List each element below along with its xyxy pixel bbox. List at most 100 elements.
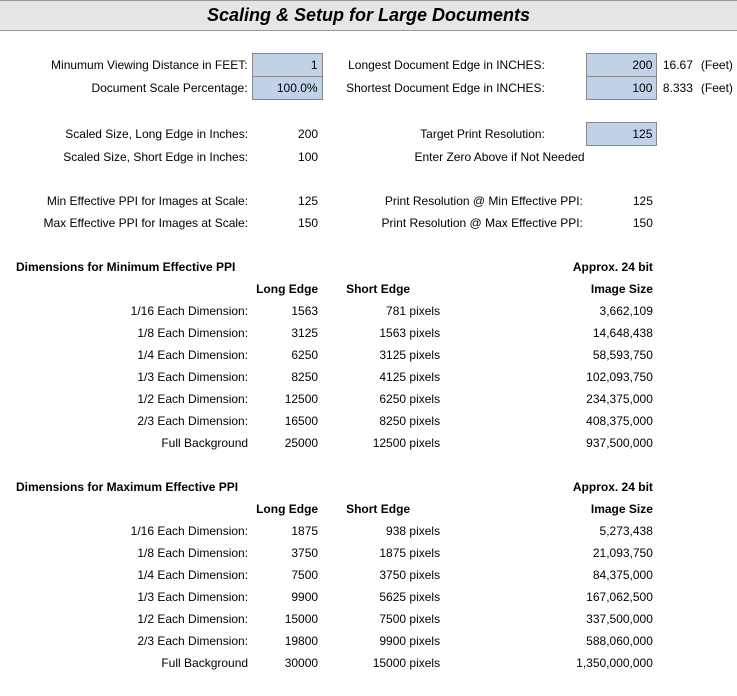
long-value: 12500 <box>252 388 322 410</box>
short-cell: 8250 pixels <box>342 410 549 432</box>
max-ppi-value: 150 <box>252 212 322 234</box>
table-row: 1/8 Each Dimension:3125 1563 pixels14,648… <box>0 322 737 344</box>
shortest-edge-input[interactable]: 100 <box>587 77 657 100</box>
long-value: 16500 <box>252 410 322 432</box>
long-value: 30000 <box>252 652 322 674</box>
long-value: 3750 <box>252 542 322 564</box>
long-value: 3125 <box>252 322 322 344</box>
dim-label: 1/8 Each Dimension: <box>12 542 252 564</box>
short-cell: 7500 pixels <box>342 608 549 630</box>
image-size-value: 337,500,000 <box>549 608 657 630</box>
long-edge-header: Long Edge <box>252 498 322 520</box>
scaled-long-label: Scaled Size, Long Edge in Inches: <box>12 123 252 146</box>
table-row: 1/3 Each Dimension:9900 5625 pixels167,06… <box>0 586 737 608</box>
approx-header: Approx. 24 bit <box>549 476 657 498</box>
dim-label: 1/2 Each Dimension: <box>12 608 252 630</box>
table-row: 1/8 Each Dimension:37501875 pixels21,093… <box>0 542 737 564</box>
long-value: 25000 <box>252 432 322 454</box>
dim-label: 1/4 Each Dimension: <box>12 564 252 586</box>
scaled-short-value: 100 <box>252 146 322 169</box>
min-view-dist-label: Minumum Viewing Distance in FEET: <box>12 54 252 77</box>
image-size-value: 102,093,750 <box>549 366 657 388</box>
longest-edge-label: Longest Document Edge in INCHES: <box>342 54 549 77</box>
dim-label: 2/3 Each Dimension: <box>12 630 252 652</box>
short-cell: 5625 pixels <box>342 586 549 608</box>
page-title: Scaling & Setup for Large Documents <box>0 1 737 31</box>
table-row: Full Background2500012500 pixels937,500,… <box>0 432 737 454</box>
table-row: 1/16 Each Dimension:1563781 pixels3,662,… <box>0 300 737 322</box>
dim-label: 2/3 Each Dimension: <box>12 410 252 432</box>
long-value: 9900 <box>252 586 322 608</box>
short-cell: 3125 pixels <box>342 344 549 366</box>
image-size-value: 234,375,000 <box>549 388 657 410</box>
short-cell: 781 pixels <box>342 300 549 322</box>
long-value: 1875 <box>252 520 322 542</box>
short-cell: 6250 pixels <box>342 388 549 410</box>
shortest-edge-label: Shortest Document Edge in INCHES: <box>342 77 549 100</box>
long-value: 8250 <box>252 366 322 388</box>
image-size-value: 588,060,000 <box>549 630 657 652</box>
section-title: Dimensions for Maximum Effective PPI <box>12 476 252 498</box>
scaled-short-label: Scaled Size, Short Edge in Inches: <box>12 146 252 169</box>
doc-scale-label: Document Scale Percentage: <box>12 77 252 100</box>
short-cell: 9900 pixels <box>342 630 549 652</box>
target-res-input[interactable]: 125 <box>587 123 657 146</box>
dim-label: 1/3 Each Dimension: <box>12 586 252 608</box>
image-size-value: 14,648,438 <box>549 322 657 344</box>
image-size-value: 167,062,500 <box>549 586 657 608</box>
image-size-value: 21,093,750 <box>549 542 657 564</box>
table-row: 1/4 Each Dimension:62503125 pixels58,593… <box>0 344 737 366</box>
long-value: 15000 <box>252 608 322 630</box>
dim-label: 1/8 Each Dimension: <box>12 322 252 344</box>
shortest-edge-feet: 8.333 <box>657 77 697 100</box>
dim-label: Full Background <box>12 652 252 674</box>
section-title: Dimensions for Minimum Effective PPI <box>12 256 252 278</box>
short-edge-header: Short Edge <box>342 278 549 300</box>
zero-note: Enter Zero Above if Not Needed <box>342 146 657 169</box>
long-value: 1563 <box>252 300 322 322</box>
image-size-value: 84,375,000 <box>549 564 657 586</box>
image-size-value: 408,375,000 <box>549 410 657 432</box>
print-min-label: Print Resolution @ Min Effective PPI: <box>342 190 587 212</box>
table-row: Full Background30000 15000 pixels1,350,00… <box>0 652 737 674</box>
scaled-long-value: 200 <box>252 123 322 146</box>
print-min-value: 125 <box>587 190 657 212</box>
min-view-dist-input[interactable]: 1 <box>252 54 322 77</box>
dim-label: 1/16 Each Dimension: <box>12 300 252 322</box>
feet-unit: (Feet) <box>697 54 737 77</box>
long-value: 6250 <box>252 344 322 366</box>
dim-label: 1/2 Each Dimension: <box>12 388 252 410</box>
long-edge-header: Long Edge <box>252 278 322 300</box>
dim-label: Full Background <box>12 432 252 454</box>
image-size-value: 1,350,000,000 <box>549 652 657 674</box>
short-cell: 3750 pixels <box>342 564 549 586</box>
spreadsheet: Scaling & Setup for Large Documents Minu… <box>0 0 737 696</box>
dim-label: 1/16 Each Dimension: <box>12 520 252 542</box>
table-row: 2/3 Each Dimension:19800 9900 pixels588,0… <box>0 630 737 652</box>
short-cell: 1563 pixels <box>342 322 549 344</box>
long-value: 7500 <box>252 564 322 586</box>
doc-scale-input[interactable]: 100.0% <box>252 77 322 100</box>
table-row: 1/2 Each Dimension:15000 7500 pixels337,5… <box>0 608 737 630</box>
short-cell: 4125 pixels <box>342 366 549 388</box>
table-row: 1/4 Each Dimension:7500 3750 pixels84,375… <box>0 564 737 586</box>
long-value: 19800 <box>252 630 322 652</box>
min-ppi-label: Min Effective PPI for Images at Scale: <box>12 190 252 212</box>
short-edge-header: Short Edge <box>342 498 549 520</box>
target-res-label: Target Print Resolution: <box>342 123 549 146</box>
table-row: 2/3 Each Dimension:16500 8250 pixels408,3… <box>0 410 737 432</box>
image-size-value: 58,593,750 <box>549 344 657 366</box>
image-size-value: 937,500,000 <box>549 432 657 454</box>
longest-edge-feet: 16.67 <box>657 54 697 77</box>
print-max-value: 150 <box>587 212 657 234</box>
table-row: 1/3 Each Dimension:8250 4125 pixels102,09… <box>0 366 737 388</box>
max-ppi-label: Max Effective PPI for Images at Scale: <box>12 212 252 234</box>
table-row: 1/16 Each Dimension:1875938 pixels5,273,… <box>0 520 737 542</box>
short-cell: 15000 pixels <box>342 652 549 674</box>
image-size-value: 5,273,438 <box>549 520 657 542</box>
print-max-label: Print Resolution @ Max Effective PPI: <box>342 212 587 234</box>
approx-header: Approx. 24 bit <box>549 256 657 278</box>
dim-label: 1/3 Each Dimension: <box>12 366 252 388</box>
feet-unit-2: (Feet) <box>697 77 737 100</box>
longest-edge-input[interactable]: 200 <box>587 54 657 77</box>
